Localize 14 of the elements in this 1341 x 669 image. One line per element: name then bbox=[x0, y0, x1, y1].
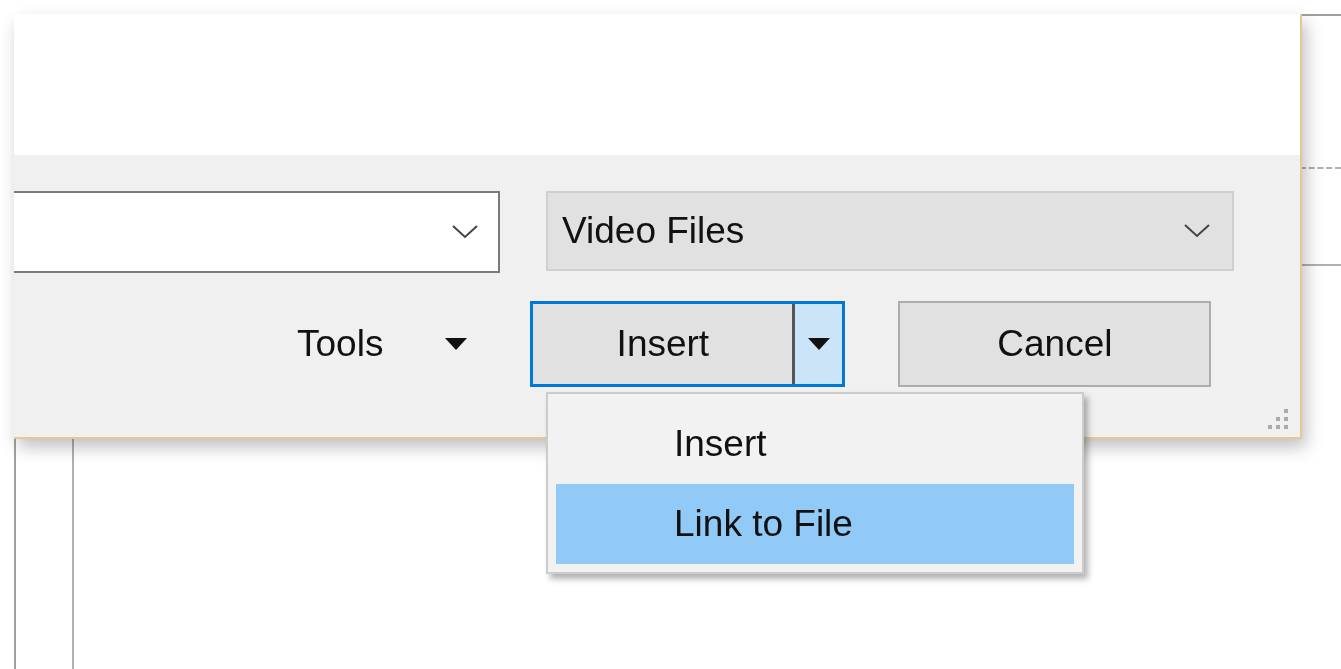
split-button[interactable]: Insert bbox=[530, 301, 846, 387]
caret-icon bbox=[445, 338, 468, 350]
menu-item[interactable]: Link to File bbox=[556, 484, 1074, 564]
chevron-down-icon bbox=[452, 225, 478, 239]
file-type-text: Video Files bbox=[562, 210, 745, 252]
file-name-combo-box[interactable] bbox=[14, 191, 500, 273]
caret-icon bbox=[807, 338, 830, 350]
cancel-button[interactable]: Cancel bbox=[898, 301, 1212, 387]
dropdown-arrow-button[interactable] bbox=[792, 304, 843, 384]
menu-item[interactable]: Insert bbox=[556, 404, 1074, 484]
file-type-dropdown[interactable]: Video Files bbox=[546, 191, 1234, 271]
tools-menu-button[interactable]: Tools bbox=[297, 323, 468, 365]
resize-grip-icon bbox=[1266, 407, 1290, 431]
chevron-down-icon bbox=[1184, 224, 1210, 238]
